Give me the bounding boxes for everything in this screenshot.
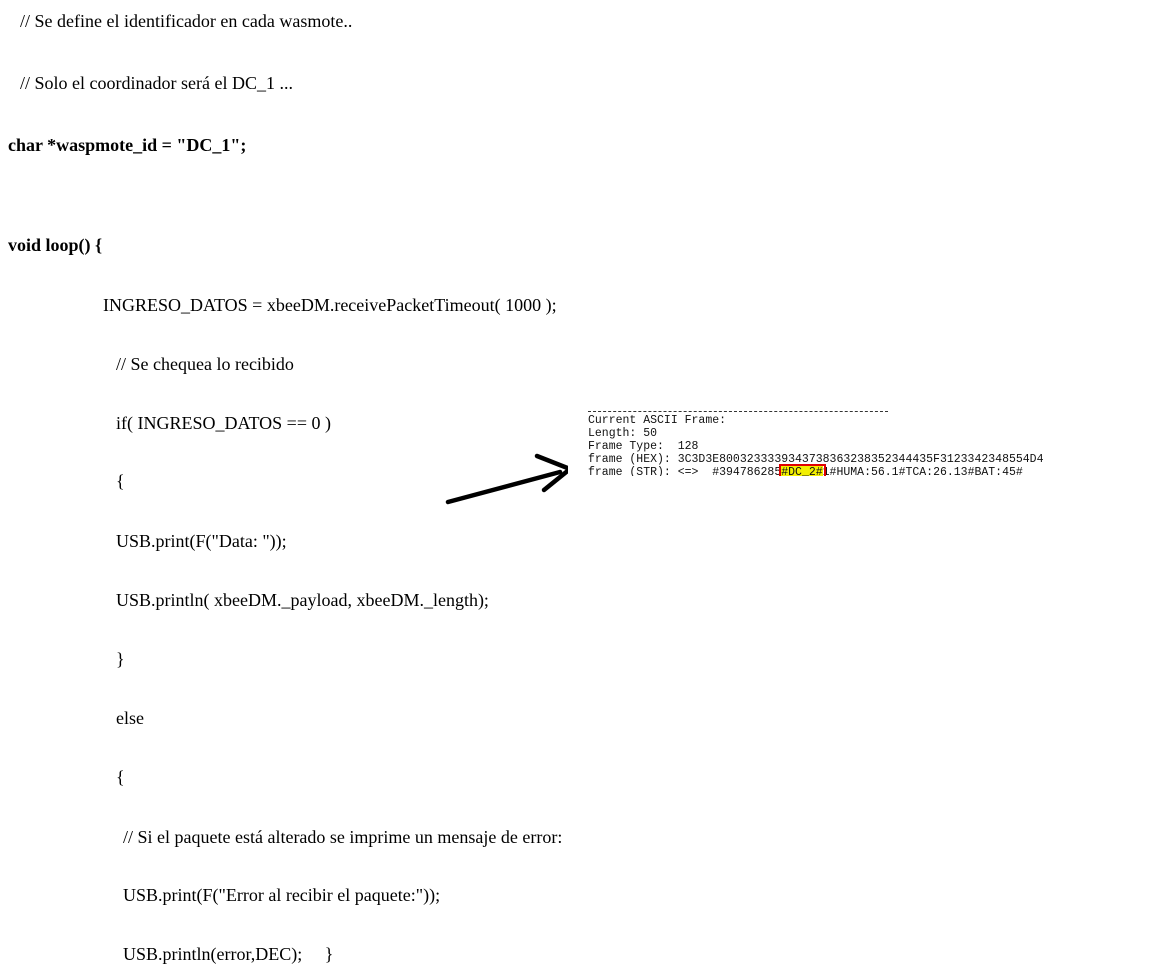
brace-open-if: { <box>116 471 125 491</box>
frame-separator-top <box>588 411 888 412</box>
println-error-call: USB.println(error,DEC); } <box>123 944 334 964</box>
if-statement: if( INGRESO_DATOS == 0 ) <box>116 413 331 433</box>
comment-define-id: // Se define el identificador en cada wa… <box>20 11 353 31</box>
frame-hex: frame (HEX): 3C3D3E800323333934373836323… <box>588 453 1044 466</box>
serial-frame-output: Current ASCII Frame: Length: 50 Frame Ty… <box>568 402 1156 476</box>
println-payload-call: USB.println( xbeeDM._payload, xbeeDM._le… <box>116 590 489 610</box>
else-keyword: else <box>116 708 144 728</box>
frame-str-highlight-text: #DC_2# <box>781 466 823 476</box>
comment-coordinator: // Solo el coordinador será el DC_1 ... <box>20 73 293 93</box>
frame-str-suffix: 1#HUMA:56.1#TCA:26.13#BAT:45# <box>822 466 1023 476</box>
frame-type: Frame Type: 128 <box>588 440 699 453</box>
frame-title: Current ASCII Frame: <box>588 414 727 427</box>
frame-str-highlight: #DC_2# <box>779 464 826 476</box>
frame-str-prefix: frame (STR): <=> #394786285 <box>588 466 782 476</box>
frame-str: frame (STR): <=> #394786285#DC_2# 1#HUMA:… <box>588 464 1023 476</box>
loop-signature: void loop() { <box>8 235 103 255</box>
print-error-call: USB.print(F("Error al recibir el paquete… <box>123 885 441 905</box>
receive-packet-assignment: INGRESO_DATOS = xbeeDM.receivePacketTime… <box>103 295 557 315</box>
comment-error-message: // Si el paquete está alterado se imprim… <box>123 827 563 847</box>
print-data-call: USB.print(F("Data: ")); <box>116 531 287 551</box>
brace-close-if: } <box>116 649 125 669</box>
comment-check-received: // Se chequea lo recibido <box>116 354 294 374</box>
frame-length: Length: 50 <box>588 427 658 440</box>
brace-open-else: { <box>116 767 125 787</box>
arrow-icon <box>445 453 573 505</box>
waspmote-id-declaration: char *waspmote_id = "DC_1"; <box>8 135 247 155</box>
